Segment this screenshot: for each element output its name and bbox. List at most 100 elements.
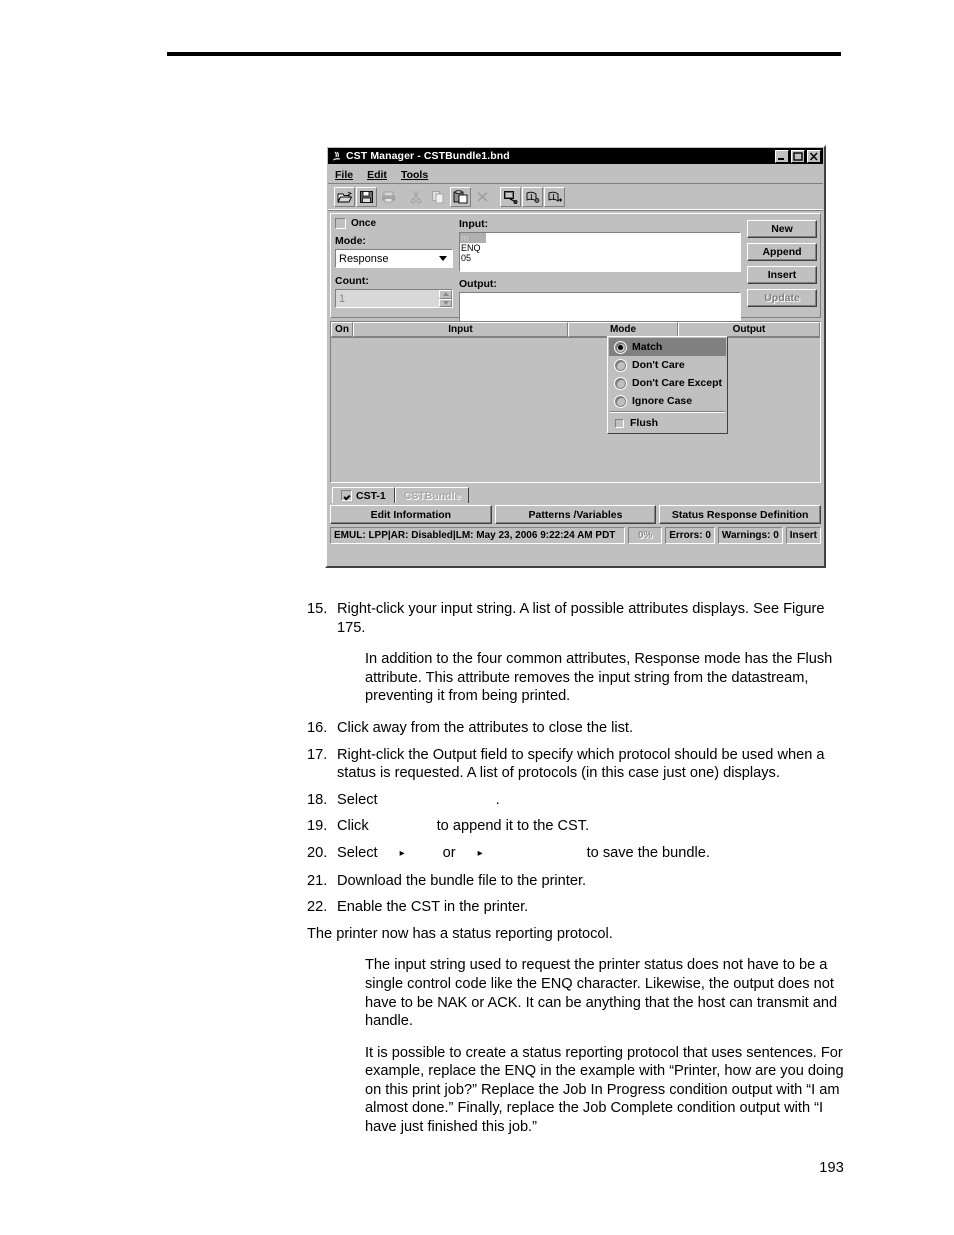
list-item-text: Right-click your input string. A list of…: [337, 601, 825, 636]
open-icon[interactable]: [334, 187, 355, 207]
radio-icon: [615, 377, 626, 389]
new-button[interactable]: New: [747, 220, 817, 238]
list-item: 22. Enable the CST in the printer.: [307, 898, 852, 917]
table-column-input[interactable]: Input: [353, 322, 568, 337]
toolbar-separator: [400, 187, 405, 207]
page-header-rule: [167, 52, 841, 56]
window-titlebar: CST Manager - CSTBundle1.bnd: [328, 148, 823, 164]
input-line[interactable]: 05: [460, 253, 740, 263]
attribute-context-menu[interactable]: Match Don't Care Don't Care Except Ignor…: [607, 336, 728, 434]
list-item-text: Select: [337, 791, 378, 808]
paste-icon[interactable]: [450, 187, 471, 207]
menu-item-label: Flush: [630, 417, 658, 429]
list-item-text-mid: or: [442, 844, 456, 861]
table-column-mode[interactable]: Mode: [568, 322, 678, 337]
cst-edit-icon[interactable]: [544, 187, 565, 207]
tab-enable-checkbox[interactable]: [341, 490, 352, 501]
mode-selected-value: Response: [339, 252, 389, 265]
menu-arrow-icon: ▸: [399, 847, 405, 859]
tab-cstbundle[interactable]: CSTBundle: [394, 487, 470, 503]
list-item-text: Enable the CST in the printer.: [337, 899, 529, 916]
menu-edit-label: Edit: [367, 168, 387, 181]
list-item-text-end: to save the bundle.: [586, 844, 710, 861]
list-item-text: Click away from the attributes to close …: [337, 719, 634, 736]
statusbar: EMUL: LPP|AR: Disabled|LM: May 23, 2006 …: [330, 527, 821, 544]
once-checkbox[interactable]: [335, 218, 346, 229]
chevron-down-icon[interactable]: [436, 252, 450, 265]
list-item-number: 16.: [307, 719, 328, 736]
tab-cst-1[interactable]: CST-1: [332, 487, 395, 503]
editor-middle-column: Input: m ENQ 05 Output: Match Don't Care: [459, 218, 741, 434]
insert-button[interactable]: Insert: [747, 266, 817, 284]
table-body[interactable]: [331, 337, 820, 482]
menu-item-ignore-case[interactable]: Ignore Case: [609, 392, 726, 410]
records-table[interactable]: On Input Mode Output: [330, 321, 821, 483]
minimize-button[interactable]: [775, 149, 789, 163]
once-checkbox-row[interactable]: Once: [335, 218, 453, 229]
list-item-text: Download the bundle file to the printer.: [337, 872, 587, 889]
count-value: 1: [339, 292, 346, 305]
status-response-definition-button[interactable]: Status Response Definition: [659, 505, 822, 524]
mode-select[interactable]: Response: [335, 249, 453, 268]
editor-left-column: Once Mode: Response Count: 1: [335, 218, 453, 313]
menu-arrow-icon: ▸: [477, 847, 483, 859]
cst-tabstrip: CST-1 CSTBundle: [332, 486, 821, 503]
append-button[interactable]: Append: [747, 243, 817, 261]
table-column-output[interactable]: Output: [678, 322, 820, 337]
menu-item-dont-care[interactable]: Don't Care: [609, 356, 726, 374]
copy-icon: [428, 187, 449, 207]
note-paragraph: The input string used to request the pri…: [365, 957, 838, 1030]
close-button[interactable]: [807, 149, 821, 163]
menu-item-dont-care-except[interactable]: Don't Care Except: [609, 374, 726, 392]
list-item-number: 19.: [307, 818, 328, 835]
page-number: 193: [819, 1160, 844, 1176]
list-item: 21. Download the bundle file to the prin…: [307, 872, 852, 891]
menu-item-flush[interactable]: Flush: [609, 414, 726, 432]
list-item-text-end: to append it to the CST.: [436, 818, 590, 835]
menu-item-match[interactable]: Match: [609, 338, 726, 356]
menu-file[interactable]: File: [335, 169, 353, 181]
list-item-number: 21.: [307, 872, 328, 889]
radio-icon: [615, 341, 626, 353]
patterns-variables-button[interactable]: Patterns /Variables: [494, 505, 657, 524]
menubar: File Edit Tools: [328, 166, 823, 184]
count-increment-button[interactable]: [439, 290, 452, 299]
window-controls: [775, 149, 821, 163]
menu-tools-label: Tools: [400, 168, 429, 181]
output-label: Output:: [459, 278, 497, 290]
list-item-number: 18.: [307, 791, 328, 808]
toolbar-separator-2: [494, 187, 499, 207]
menu-tools[interactable]: Tools: [401, 169, 428, 181]
list-item-number: 20.: [307, 844, 328, 861]
input-line[interactable]: ENQ: [460, 243, 740, 253]
menu-edit[interactable]: Edit: [367, 169, 387, 181]
input-field[interactable]: m ENQ 05: [459, 232, 741, 272]
edit-information-button[interactable]: Edit Information: [330, 505, 492, 524]
download-icon[interactable]: [500, 187, 521, 207]
list-item-number: 15.: [307, 601, 328, 617]
list-item: 17. Right-click the Output field to spec…: [307, 746, 852, 783]
delete-icon: [472, 187, 493, 207]
checkbox-icon: [615, 418, 624, 428]
radio-icon: [615, 359, 626, 371]
body-paragraph: The printer now has a status reporting p…: [307, 925, 613, 942]
count-stepper[interactable]: 1: [335, 289, 453, 308]
list-item-text: Right-click the Output field to specify …: [337, 746, 825, 782]
cst-manager-window: CST Manager - CSTBundle1.bnd File Edit T…: [325, 145, 826, 568]
radio-icon: [615, 395, 626, 407]
table-column-on[interactable]: On: [331, 322, 353, 337]
input-line-selected[interactable]: m: [460, 233, 486, 243]
save-icon[interactable]: [356, 187, 377, 207]
status-errors: Errors: 0: [665, 527, 715, 544]
once-label: Once: [351, 218, 377, 229]
update-button: Update: [747, 289, 817, 307]
mode-label: Mode:: [335, 235, 366, 247]
list-item: 18. Select.: [307, 791, 852, 810]
editor-action-buttons: New Append Insert Update: [747, 218, 817, 313]
count-spin-arrows[interactable]: [439, 290, 452, 307]
maximize-button[interactable]: [791, 149, 805, 163]
note-paragraph: In addition to the four common attribute…: [365, 651, 833, 705]
table-header-row: On Input Mode Output: [331, 322, 820, 337]
count-decrement-button[interactable]: [439, 298, 452, 307]
cst-add-icon[interactable]: [522, 187, 543, 207]
